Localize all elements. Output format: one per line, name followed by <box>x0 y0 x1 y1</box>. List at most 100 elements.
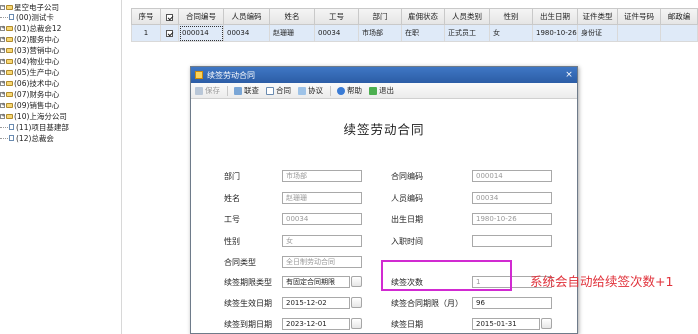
help-button[interactable]: 帮助 <box>337 85 362 96</box>
renew-date-button[interactable] <box>541 318 552 329</box>
folder-icon <box>6 69 13 75</box>
cell-gender[interactable]: 女 <box>490 25 533 42</box>
tree-item[interactable]: + (06)技术中心 <box>0 78 59 88</box>
col-header-birth[interactable]: 出生日期 <box>533 8 578 25</box>
col-header-seq[interactable]: 序号 <box>131 8 161 25</box>
birth-field[interactable]: 1980-10-26 <box>472 213 552 225</box>
tree-item[interactable]: + (09)销售中心 <box>0 100 59 110</box>
cell-employ-status[interactable]: 在职 <box>402 25 445 42</box>
col-header-name[interactable]: 姓名 <box>270 8 315 25</box>
gender-field[interactable]: 女 <box>282 235 362 247</box>
job-no-field[interactable]: 00034 <box>282 213 362 225</box>
contract-button[interactable]: 合同 <box>266 85 291 96</box>
contract-no-label: 合同编码 <box>391 172 423 181</box>
renew-term-type-lookup-button[interactable] <box>351 276 362 287</box>
agreement-label: 协议 <box>308 86 323 95</box>
tree-connector <box>0 16 8 18</box>
tree-item-label: (03)营销中心 <box>14 45 60 55</box>
cell-dept[interactable]: 市场部 <box>359 25 402 42</box>
renew-end-date-button[interactable] <box>351 318 362 329</box>
expand-icon[interactable]: + <box>0 80 5 86</box>
tree-item[interactable]: + (01)总裁会12 <box>0 23 61 33</box>
cell-id-type[interactable]: 身份证 <box>578 25 618 42</box>
tree-item[interactable]: (00)测试卡 <box>0 12 54 22</box>
exit-button[interactable]: 退出 <box>369 85 394 96</box>
folder-icon <box>6 4 13 10</box>
tree-item[interactable]: + (03)营销中心 <box>0 45 59 55</box>
col-header-employ-status[interactable]: 雇佣状态 <box>402 8 445 25</box>
entry-date-field[interactable] <box>472 235 552 247</box>
tree-item[interactable]: (12)总裁会 <box>0 133 54 143</box>
expand-icon[interactable]: + <box>0 36 5 42</box>
col-header-postcode[interactable]: 邮政编 <box>661 8 698 25</box>
cell-select[interactable] <box>161 25 179 42</box>
cell-name[interactable]: 赵珊珊 <box>270 25 315 42</box>
cell-id-no[interactable] <box>618 25 661 42</box>
tree-item[interactable]: + (04)物业中心 <box>0 56 59 66</box>
col-header-select[interactable] <box>161 8 179 25</box>
expand-icon[interactable]: + <box>0 25 5 31</box>
renew-start-field[interactable]: 2015-12-02 <box>282 297 350 309</box>
renew-start-date-button[interactable] <box>351 297 362 308</box>
tree-item-label: (10)上海分公司 <box>14 111 67 121</box>
select-all-checkbox[interactable] <box>166 13 173 21</box>
col-header-person-type[interactable]: 人员类别 <box>445 8 490 25</box>
folder-icon <box>6 80 13 86</box>
expand-icon[interactable]: + <box>0 113 5 119</box>
save-button[interactable]: 保存 <box>195 85 220 96</box>
col-header-contract-no[interactable]: 合同编号 <box>179 8 224 25</box>
dept-label: 部门 <box>224 172 240 181</box>
contract-type-field[interactable]: 全日制劳动合同 <box>282 256 362 268</box>
expand-icon[interactable]: + <box>0 69 5 75</box>
expand-icon[interactable]: + <box>0 102 5 108</box>
col-header-id-type[interactable]: 证件类型 <box>578 8 618 25</box>
renew-date-field[interactable]: 2015-01-31 <box>472 318 540 330</box>
dialog-toolbar: 保存 联查 合同 协议 帮助 退出 <box>191 83 577 99</box>
folder-icon <box>6 25 13 31</box>
help-icon <box>337 86 345 95</box>
renew-term-type-label: 续签期限类型 <box>224 278 272 287</box>
dialog-titlebar[interactable]: 续签劳动合同 × <box>191 67 577 83</box>
query-button[interactable]: 联查 <box>234 85 259 96</box>
folder-icon <box>6 58 13 64</box>
tree-item[interactable]: + (05)生产中心 <box>0 67 59 77</box>
query-icon <box>234 86 242 95</box>
col-header-person-code[interactable]: 人员编码 <box>224 8 270 25</box>
cell-person-code[interactable]: 00034 <box>224 25 270 42</box>
org-tree: − 星空电子公司 (00)测试卡 + (01)总裁会12 + (02)服务中心 + (… <box>0 0 122 334</box>
col-header-dept[interactable]: 部门 <box>359 8 402 25</box>
col-header-id-no[interactable]: 证件号码 <box>618 8 661 25</box>
renew-end-field[interactable]: 2023-12-01 <box>282 318 350 330</box>
toolbar-separator <box>330 85 331 96</box>
expand-icon[interactable]: + <box>0 91 5 97</box>
row-checkbox[interactable] <box>166 29 173 37</box>
tree-item[interactable]: + (07)财务中心 <box>0 89 59 99</box>
dept-field[interactable]: 市场部 <box>282 170 362 182</box>
contract-no-field[interactable]: 000014 <box>472 170 552 182</box>
col-header-job-no[interactable]: 工号 <box>315 8 359 25</box>
expand-icon[interactable]: + <box>0 47 5 53</box>
tree-root[interactable]: − 星空电子公司 <box>0 2 59 12</box>
agreement-button[interactable]: 协议 <box>298 85 323 96</box>
cell-job-no[interactable]: 00034 <box>315 25 359 42</box>
renew-period-field[interactable]: 96 <box>472 297 552 309</box>
renew-term-type-field[interactable]: 有固定合同期限 <box>282 276 350 288</box>
renew-start-label: 续签生效日期 <box>224 299 272 308</box>
document-icon <box>266 86 274 95</box>
person-code-field[interactable]: 00034 <box>472 192 552 204</box>
cell-contract-no[interactable]: 000014 <box>179 25 224 42</box>
tree-item-label: (00)测试卡 <box>16 12 54 22</box>
col-header-gender[interactable]: 性别 <box>490 8 533 25</box>
collapse-icon[interactable]: − <box>0 4 5 10</box>
tree-item[interactable]: + (10)上海分公司 <box>0 111 67 121</box>
tree-item-label: (04)物业中心 <box>14 56 60 66</box>
tree-item[interactable]: (11)项目基建部 <box>0 122 69 132</box>
name-field[interactable]: 赵珊珊 <box>282 192 362 204</box>
table-row[interactable]: 1 000014 00034 赵珊珊 00034 市场部 在职 正式员工 女 1… <box>131 25 698 42</box>
tree-item[interactable]: + (02)服务中心 <box>0 34 59 44</box>
expand-icon[interactable]: + <box>0 58 5 64</box>
close-icon[interactable]: × <box>561 70 577 80</box>
cell-person-type[interactable]: 正式员工 <box>445 25 490 42</box>
cell-birth[interactable]: 1980-10-26 <box>533 25 578 42</box>
cell-postcode[interactable] <box>661 25 698 42</box>
